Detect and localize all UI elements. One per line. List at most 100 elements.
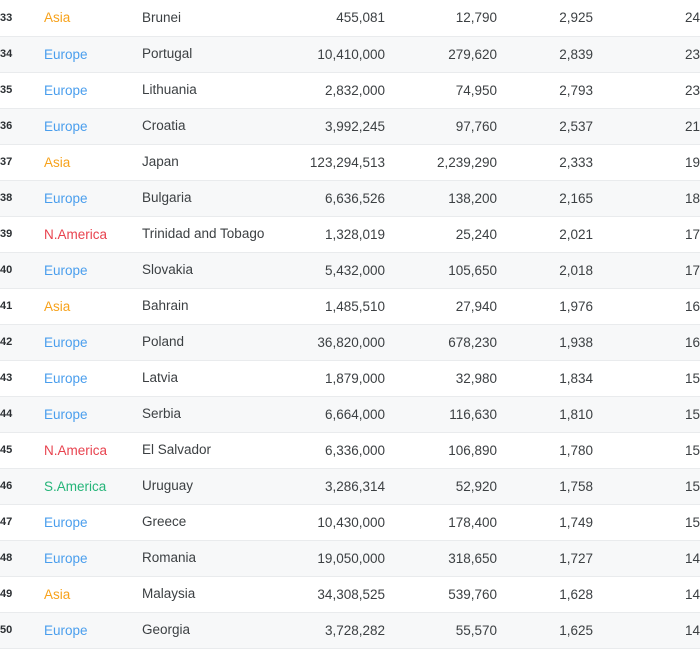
cell-rank: 50 [0,612,44,648]
cell-country: Bahrain [142,288,275,324]
cell-value: 1,976 [497,288,593,324]
table-row[interactable]: 50EuropeGeorgia3,728,28255,5701,62514 [0,612,700,648]
cell-rank: 38 [0,180,44,216]
cell-region[interactable]: Europe [44,180,142,216]
cell-region[interactable]: S.America [44,468,142,504]
table-body: 33AsiaBrunei455,08112,7902,9252434Europe… [0,0,700,648]
cell-area: 318,650 [385,540,497,576]
cell-population: 1,879,000 [275,360,385,396]
cell-rank: 45 [0,432,44,468]
cell-last-metric: 19 [593,144,700,180]
cell-area: 12,790 [385,0,497,36]
cell-population: 455,081 [275,0,385,36]
table-row[interactable]: 45N.AmericaEl Salvador6,336,000106,8901,… [0,432,700,468]
cell-region[interactable]: Europe [44,540,142,576]
cell-region[interactable]: Europe [44,252,142,288]
table-row[interactable]: 41AsiaBahrain1,485,51027,9401,97616 [0,288,700,324]
table-row[interactable]: 38EuropeBulgaria6,636,526138,2002,16518 [0,180,700,216]
cell-population: 6,336,000 [275,432,385,468]
table-row[interactable]: 35EuropeLithuania2,832,00074,9502,79323 [0,72,700,108]
cell-country: Serbia [142,396,275,432]
cell-population: 6,636,526 [275,180,385,216]
cell-last-metric: 21 [593,108,700,144]
cell-last-metric: 14 [593,540,700,576]
cell-area: 74,950 [385,72,497,108]
cell-last-metric: 18 [593,180,700,216]
cell-region[interactable]: Asia [44,288,142,324]
cell-region[interactable]: Europe [44,72,142,108]
table-row[interactable]: 33AsiaBrunei455,08112,7902,92524 [0,0,700,36]
table-row[interactable]: 39N.AmericaTrinidad and Tobago1,328,0192… [0,216,700,252]
cell-region[interactable]: Europe [44,612,142,648]
cell-last-metric: 17 [593,216,700,252]
cell-rank: 33 [0,0,44,36]
table-row[interactable]: 47EuropeGreece10,430,000178,4001,74915 [0,504,700,540]
cell-country: Latvia [142,360,275,396]
cell-region[interactable]: Europe [44,396,142,432]
cell-area: 279,620 [385,36,497,72]
table-row[interactable]: 34EuropePortugal10,410,000279,6202,83923 [0,36,700,72]
cell-country: Malaysia [142,576,275,612]
cell-value: 1,628 [497,576,593,612]
cell-area: 178,400 [385,504,497,540]
cell-area: 25,240 [385,216,497,252]
cell-last-metric: 15 [593,432,700,468]
cell-population: 19,050,000 [275,540,385,576]
cell-country: El Salvador [142,432,275,468]
cell-value: 2,839 [497,36,593,72]
cell-rank: 42 [0,324,44,360]
cell-region[interactable]: N.America [44,432,142,468]
cell-value: 1,938 [497,324,593,360]
cell-rank: 37 [0,144,44,180]
cell-value: 2,793 [497,72,593,108]
table-row[interactable]: 49AsiaMalaysia34,308,525539,7601,62814 [0,576,700,612]
cell-region[interactable]: Asia [44,144,142,180]
cell-area: 97,760 [385,108,497,144]
cell-population: 3,286,314 [275,468,385,504]
cell-last-metric: 15 [593,360,700,396]
cell-area: 678,230 [385,324,497,360]
cell-last-metric: 15 [593,396,700,432]
cell-value: 2,537 [497,108,593,144]
cell-population: 36,820,000 [275,324,385,360]
cell-value: 1,810 [497,396,593,432]
table-row[interactable]: 36EuropeCroatia3,992,24597,7602,53721 [0,108,700,144]
cell-value: 2,018 [497,252,593,288]
cell-country: Japan [142,144,275,180]
cell-region[interactable]: Asia [44,0,142,36]
table-row[interactable]: 44EuropeSerbia6,664,000116,6301,81015 [0,396,700,432]
cell-region[interactable]: Europe [44,108,142,144]
table-row[interactable]: 42EuropePoland36,820,000678,2301,93816 [0,324,700,360]
cell-population: 1,485,510 [275,288,385,324]
cell-rank: 48 [0,540,44,576]
country-statistics-ranking-table: 33AsiaBrunei455,08112,7902,9252434Europe… [0,0,700,649]
cell-country: Poland [142,324,275,360]
cell-region[interactable]: Europe [44,360,142,396]
cell-rank: 49 [0,576,44,612]
cell-last-metric: 16 [593,324,700,360]
cell-last-metric: 15 [593,504,700,540]
table-row[interactable]: 43EuropeLatvia1,879,00032,9801,83415 [0,360,700,396]
cell-value: 1,780 [497,432,593,468]
cell-area: 2,239,290 [385,144,497,180]
table-row[interactable]: 40EuropeSlovakia5,432,000105,6502,01817 [0,252,700,288]
cell-region[interactable]: Europe [44,504,142,540]
cell-region[interactable]: Europe [44,324,142,360]
table-row[interactable]: 37AsiaJapan123,294,5132,239,2902,33319 [0,144,700,180]
cell-rank: 39 [0,216,44,252]
cell-area: 52,920 [385,468,497,504]
cell-region[interactable]: Europe [44,36,142,72]
cell-last-metric: 15 [593,468,700,504]
cell-country: Brunei [142,0,275,36]
cell-last-metric: 23 [593,36,700,72]
cell-area: 138,200 [385,180,497,216]
cell-country: Trinidad and Tobago [142,216,275,252]
table-row[interactable]: 46S.AmericaUruguay3,286,31452,9201,75815 [0,468,700,504]
table-row[interactable]: 48EuropeRomania19,050,000318,6501,72714 [0,540,700,576]
cell-population: 5,432,000 [275,252,385,288]
cell-value: 1,727 [497,540,593,576]
cell-region[interactable]: N.America [44,216,142,252]
cell-area: 55,570 [385,612,497,648]
cell-region[interactable]: Asia [44,576,142,612]
cell-country: Romania [142,540,275,576]
